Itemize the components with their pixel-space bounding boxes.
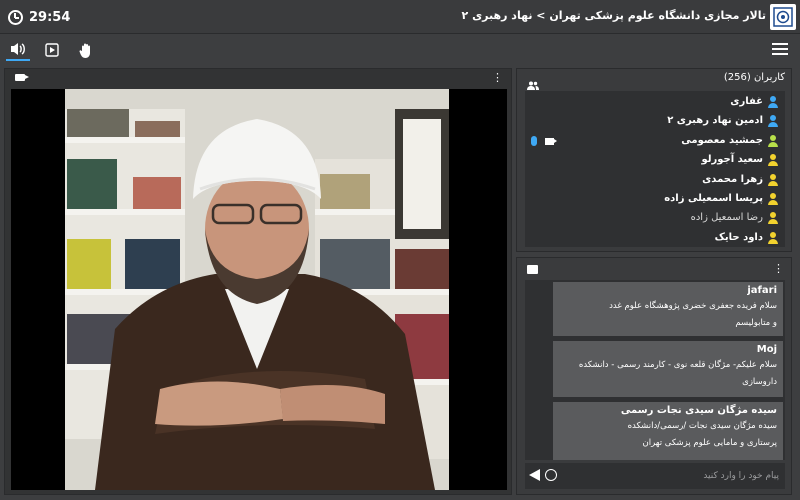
send-icon[interactable] xyxy=(529,469,540,481)
message-line: سلام فریده جعفری خضری پژوهشگاه علوم غدد xyxy=(609,301,777,311)
chat-message: Moj سلام علیکم- مژگان قلعه نوی - کارمند … xyxy=(553,341,783,397)
more-options-icon[interactable]: ⋮ xyxy=(492,71,503,84)
timer-text: 29:54 xyxy=(29,9,71,25)
user-name: رضا اسمعیل زاده xyxy=(690,212,763,223)
message-line: داروسازی xyxy=(742,377,777,387)
user-name: داود حایک xyxy=(714,232,763,243)
user-icon xyxy=(767,212,779,224)
users-panel: کاربران (256) غفاری ادمین نهاد رهبری ۲ ج… xyxy=(516,68,792,252)
more-options-icon[interactable]: ⋮ xyxy=(773,262,784,275)
user-row[interactable]: غفاری xyxy=(525,93,785,112)
emoji-icon[interactable] xyxy=(545,469,557,481)
user-icon xyxy=(767,174,779,186)
user-row[interactable]: رضا اسمعیل زاده xyxy=(525,209,785,228)
users-header: کاربران (256) xyxy=(517,69,791,90)
users-icon xyxy=(527,75,539,90)
message-line: و متابولیسم xyxy=(735,318,777,328)
user-row[interactable]: جمشید معصومی xyxy=(525,132,785,151)
title-bar: 29:54 تالار مجازی دانشگاه علوم پزشکی تهر… xyxy=(0,0,800,34)
chat-icon xyxy=(527,265,538,274)
user-row[interactable]: داود حایک xyxy=(525,229,785,248)
user-icon xyxy=(767,115,779,127)
video-header: ⋮ xyxy=(5,69,511,87)
webcam-video[interactable] xyxy=(11,89,507,490)
message-sender: سیده مژگان سیدی نجات رسمی xyxy=(620,405,777,416)
chat-messages[interactable]: jafari سلام فریده جعفری خضری پژوهشگاه عل… xyxy=(525,280,785,460)
toolbar xyxy=(0,35,800,67)
users-title: کاربران (256) xyxy=(723,72,785,83)
chat-input-row xyxy=(525,463,785,489)
message-line: سیده مژگان سیدی نجات /رسمی/دانشکده xyxy=(627,421,777,431)
user-name: زهرا محمدی xyxy=(702,174,763,185)
user-row[interactable]: زهرا محمدی xyxy=(525,171,785,190)
users-list: غفاری ادمین نهاد رهبری ۲ جمشید معصومی سع… xyxy=(525,91,785,247)
message-text: سلام علیکم- مژگان قلعه نوی - کارمند رسمی… xyxy=(559,357,777,391)
user-icon xyxy=(767,154,779,166)
message-text: سلام فریده جعفری خضری پژوهشگاه علوم غدد … xyxy=(559,298,777,332)
chat-message: سیده مژگان سیدی نجات رسمی سیده مژگان سید… xyxy=(553,402,783,460)
raise-hand-icon[interactable] xyxy=(74,39,98,61)
user-icon xyxy=(767,193,779,205)
hamburger-icon[interactable] xyxy=(772,43,788,57)
camera-icon xyxy=(15,74,29,81)
user-status xyxy=(531,136,557,146)
speaker-icon[interactable] xyxy=(6,39,30,61)
room-title: تالار مجازی دانشگاه علوم پزشکی تهران > ن… xyxy=(461,9,766,22)
chat-input[interactable] xyxy=(565,466,779,486)
user-name: جمشید معصومی xyxy=(681,135,763,146)
session-timer: 29:54 xyxy=(8,7,70,27)
chat-message: jafari سلام فریده جعفری خضری پژوهشگاه عل… xyxy=(553,282,783,336)
user-icon xyxy=(767,96,779,108)
user-name: سعید آجورلو xyxy=(701,154,763,165)
message-text: سیده مژگان سیدی نجات /رسمی/دانشکده پرستا… xyxy=(559,418,777,452)
presenter-webcam-feed xyxy=(65,89,449,490)
camera-icon xyxy=(545,138,557,145)
user-row[interactable]: سعید آجورلو xyxy=(525,151,785,170)
chat-panel: ⋮ jafari سلام فریده جعفری خضری پژوهشگاه … xyxy=(516,257,792,495)
user-name: ادمین نهاد رهبری ۲ xyxy=(667,115,763,126)
user-icon xyxy=(767,135,779,147)
user-icon xyxy=(767,232,779,244)
video-panel: ⋮ xyxy=(4,68,512,495)
user-name: پریسا اسمعیلی زاده xyxy=(664,193,763,204)
clock-icon xyxy=(8,9,23,25)
message-sender: Moj xyxy=(756,344,777,355)
message-sender: jafari xyxy=(747,285,777,296)
presenter-image xyxy=(65,89,449,490)
user-row[interactable]: ادمین نهاد رهبری ۲ xyxy=(525,112,785,131)
university-logo-icon xyxy=(770,4,796,30)
message-line: پرستاری و مامایی علوم پزشکی تهران xyxy=(642,438,777,448)
user-name: غفاری xyxy=(730,96,763,107)
microphone-icon xyxy=(531,136,537,146)
play-icon[interactable] xyxy=(40,39,64,61)
user-row[interactable]: پریسا اسمعیلی زاده xyxy=(525,190,785,209)
message-line: سلام علیکم- مژگان قلعه نوی - کارمند رسمی… xyxy=(578,360,777,370)
